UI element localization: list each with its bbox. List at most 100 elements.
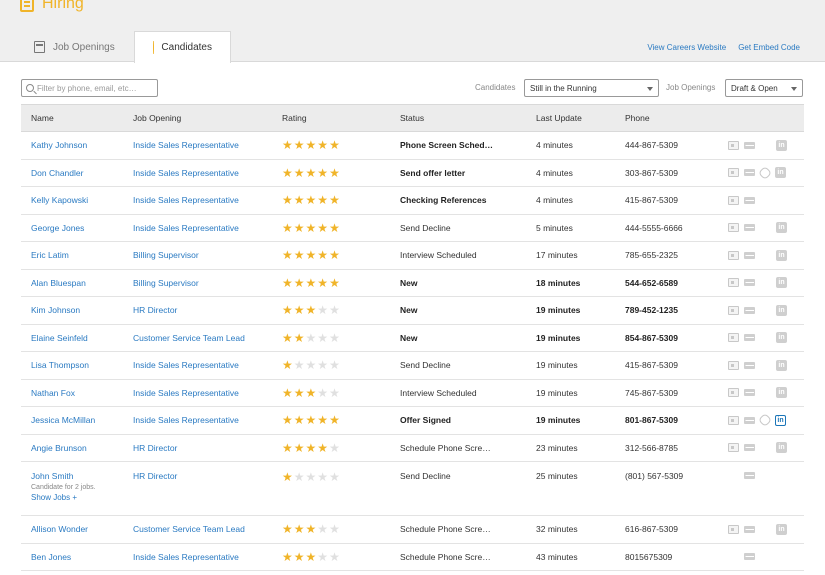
star-icon[interactable]: ★ [282, 471, 293, 483]
resume-icon[interactable] [728, 140, 739, 150]
star-icon[interactable]: ★ [306, 471, 317, 483]
star-icon[interactable]: ★ [329, 523, 340, 535]
linkedin-icon[interactable]: in [776, 277, 787, 289]
star-icon[interactable]: ★ [294, 249, 305, 261]
star-icon[interactable]: ★ [294, 387, 305, 399]
star-icon[interactable]: ★ [306, 551, 317, 563]
star-icon[interactable]: ★ [317, 304, 328, 316]
job-opening-link[interactable]: Inside Sales Representative [133, 223, 239, 233]
column-header-status[interactable]: Status [400, 104, 536, 132]
linkedin-icon[interactable]: in [776, 387, 787, 399]
table-row[interactable]: Elaine Seinfeld Customer Service Team Lea… [21, 324, 804, 352]
star-icon[interactable]: ★ [317, 359, 328, 371]
star-icon[interactable]: ★ [306, 359, 317, 371]
job-openings-select[interactable]: Draft & Open [725, 79, 803, 97]
table-row[interactable]: Nathan Fox Inside Sales Representative ★★★… [21, 379, 804, 407]
resume-icon[interactable] [728, 524, 739, 534]
star-icon[interactable]: ★ [294, 304, 305, 316]
email-icon[interactable] [744, 416, 755, 424]
resume-icon[interactable] [728, 415, 739, 425]
star-icon[interactable]: ★ [282, 167, 293, 179]
linkedin-icon[interactable]: in [776, 139, 787, 151]
job-opening-link[interactable]: Inside Sales Representative [133, 552, 239, 562]
resume-icon[interactable] [728, 250, 739, 260]
star-icon[interactable]: ★ [317, 471, 328, 483]
star-icon[interactable]: ★ [306, 277, 317, 289]
star-icon[interactable]: ★ [329, 471, 340, 483]
star-icon[interactable]: ★ [282, 277, 293, 289]
star-icon[interactable]: ★ [306, 167, 317, 179]
star-icon[interactable]: ★ [306, 414, 317, 426]
link-icon[interactable] [757, 413, 773, 428]
star-icon[interactable]: ★ [306, 304, 317, 316]
job-opening-link[interactable]: Customer Service Team Lead [133, 333, 245, 343]
resume-icon[interactable] [728, 168, 739, 178]
star-icon[interactable]: ★ [294, 551, 305, 563]
star-icon[interactable]: ★ [282, 414, 293, 426]
star-icon[interactable]: ★ [329, 359, 340, 371]
search-box[interactable] [21, 79, 158, 97]
email-icon[interactable] [744, 389, 755, 397]
star-icon[interactable]: ★ [294, 277, 305, 289]
search-input[interactable] [37, 83, 157, 93]
resume-icon[interactable] [728, 388, 739, 398]
candidate-name-link[interactable]: John Smith [31, 471, 74, 481]
linkedin-icon[interactable]: in [776, 332, 787, 344]
job-opening-link[interactable]: HR Director [133, 443, 177, 453]
table-row[interactable]: Jessica McMillan Inside Sales Representat… [21, 406, 804, 435]
job-opening-link[interactable]: Inside Sales Representative [133, 195, 239, 205]
job-opening-link[interactable]: HR Director [133, 305, 177, 315]
star-icon[interactable]: ★ [317, 167, 328, 179]
job-opening-link[interactable]: Inside Sales Representative [133, 140, 239, 150]
star-icon[interactable]: ★ [294, 471, 305, 483]
star-icon[interactable]: ★ [329, 277, 340, 289]
column-header-job-opening[interactable]: Job Opening [133, 104, 282, 132]
star-icon[interactable]: ★ [294, 523, 305, 535]
candidates-select[interactable]: Still in the Running [524, 79, 659, 97]
star-icon[interactable]: ★ [282, 332, 293, 344]
star-icon[interactable]: ★ [306, 387, 317, 399]
star-icon[interactable]: ★ [282, 139, 293, 151]
embed-code-link[interactable]: Get Embed Code [738, 43, 800, 52]
linkedin-icon[interactable]: in [776, 304, 787, 316]
candidate-name-link[interactable]: Jessica McMillan [31, 415, 95, 425]
star-icon[interactable]: ★ [329, 414, 340, 426]
star-icon[interactable]: ★ [329, 332, 340, 344]
star-icon[interactable]: ★ [282, 359, 293, 371]
star-icon[interactable]: ★ [329, 387, 340, 399]
candidate-name-link[interactable]: Allison Wonder [31, 524, 88, 534]
star-icon[interactable]: ★ [329, 304, 340, 316]
star-icon[interactable]: ★ [294, 332, 305, 344]
table-row[interactable]: Kim Johnson HR Director ★★★★★ New 19 minutes… [21, 296, 804, 325]
star-icon[interactable]: ★ [294, 139, 305, 151]
resume-icon[interactable] [728, 333, 739, 343]
table-row[interactable]: Allison Wonder Customer Service Team Lead… [21, 515, 804, 544]
column-header-name[interactable]: Name [21, 104, 133, 132]
view-careers-link[interactable]: View Careers Website [647, 43, 726, 52]
star-icon[interactable]: ★ [306, 249, 317, 261]
linkedin-icon[interactable]: in [775, 167, 786, 179]
star-icon[interactable]: ★ [329, 249, 340, 261]
table-row[interactable]: Eric Latim Billing Supervisor ★★★★★ Intervi… [21, 241, 804, 270]
email-icon[interactable] [744, 169, 755, 177]
column-header-rating[interactable]: Rating [282, 104, 400, 132]
email-icon[interactable] [744, 525, 755, 533]
table-row[interactable]: Lisa Thompson Inside Sales Representative… [21, 351, 804, 380]
star-icon[interactable]: ★ [317, 194, 328, 206]
star-icon[interactable]: ★ [282, 551, 293, 563]
candidate-name-link[interactable]: Elaine Seinfeld [31, 333, 88, 343]
table-row[interactable]: Angie Brunson HR Director ★★★★★ Schedule Ph… [21, 434, 804, 462]
star-icon[interactable]: ★ [294, 194, 305, 206]
star-icon[interactable]: ★ [294, 442, 305, 454]
resume-icon[interactable] [728, 278, 739, 288]
tab-candidates[interactable]: Candidates [134, 31, 231, 63]
star-icon[interactable]: ★ [329, 167, 340, 179]
star-icon[interactable]: ★ [317, 551, 328, 563]
candidate-name-link[interactable]: Lisa Thompson [31, 360, 89, 370]
candidate-name-link[interactable]: Alan Bluespan [31, 278, 86, 288]
linkedin-icon[interactable]: in [775, 414, 786, 426]
star-icon[interactable]: ★ [294, 167, 305, 179]
linkedin-icon[interactable]: in [776, 442, 787, 454]
star-icon[interactable]: ★ [317, 442, 328, 454]
email-icon[interactable] [744, 361, 755, 369]
